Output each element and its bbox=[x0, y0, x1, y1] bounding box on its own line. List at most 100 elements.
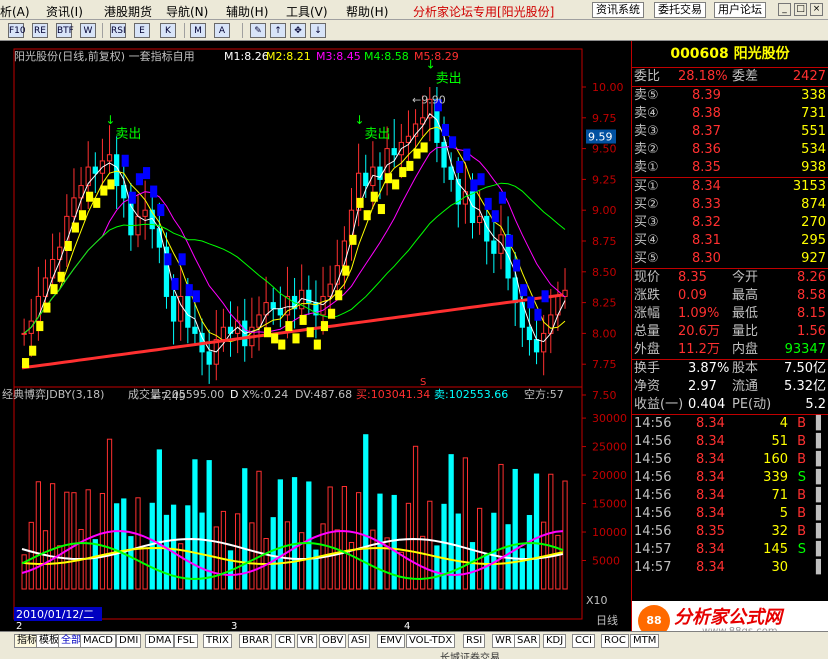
candle bbox=[185, 295, 191, 328]
volume-bar bbox=[363, 434, 369, 590]
stat-value: 8.15 bbox=[797, 306, 826, 321]
stat-value: 2.97 bbox=[688, 379, 717, 394]
buy-value: 买:103041.34 bbox=[356, 388, 430, 401]
menu-item-4[interactable]: 辅助(H) bbox=[226, 3, 268, 20]
k-icon[interactable]: K bbox=[160, 23, 176, 38]
candle bbox=[320, 295, 326, 316]
stat-label: 股本 bbox=[732, 361, 759, 376]
stat-row: 收益(一) 0.404 PE(动) 5.2 bbox=[632, 396, 828, 414]
volume-bar bbox=[92, 539, 98, 590]
buy-volume: 874 bbox=[801, 197, 826, 212]
candle bbox=[512, 277, 518, 304]
arrow-up-icon[interactable]: ↑ bbox=[270, 23, 286, 38]
volume-bar bbox=[498, 463, 504, 590]
menu-item-0[interactable]: 析(A) bbox=[0, 3, 30, 20]
tick-scroll: ▌ bbox=[816, 560, 826, 575]
a-icon[interactable]: A bbox=[214, 23, 230, 38]
indicator-tab-CCI[interactable]: CCI bbox=[572, 634, 595, 648]
rsi-icon[interactable]: RSI bbox=[110, 23, 126, 38]
arrow-down-icon[interactable]: ↓ bbox=[310, 23, 326, 38]
menu-button-0[interactable]: 资讯系统 bbox=[592, 2, 644, 18]
kline-chart[interactable]: 阳光股份(日线,前复权) 一套指标自用 M1:8.26M2:8.21 M3:8.45… bbox=[0, 41, 631, 631]
stat-label: 外盘 bbox=[634, 342, 661, 357]
trend-block-up bbox=[71, 222, 79, 233]
indicator-tab-OBV[interactable]: OBV bbox=[319, 634, 347, 648]
tick-time: 14:56 bbox=[634, 488, 672, 503]
stat-value: 3.87% bbox=[688, 361, 730, 376]
weicha-label: 委差 bbox=[732, 69, 759, 84]
candle bbox=[441, 141, 447, 168]
tick-volume: 160 bbox=[763, 452, 788, 467]
indicator-tab-FSL[interactable]: FSL bbox=[174, 634, 198, 648]
indicator-tab-ROC[interactable]: ROC bbox=[601, 634, 629, 648]
trend-block-down bbox=[527, 296, 535, 309]
volume-bar bbox=[49, 483, 56, 590]
indicator-tab-SAR[interactable]: SAR bbox=[514, 634, 541, 648]
indicator-tab-DMA[interactable]: DMA bbox=[145, 634, 175, 648]
indicator-tab-KDJ[interactable]: KDJ bbox=[543, 634, 567, 648]
menu-button-2[interactable]: 用户论坛 bbox=[714, 2, 766, 18]
webi-row: 委比 28.18% 委差 2427 bbox=[632, 68, 828, 86]
realtime-icon[interactable]: RE bbox=[32, 23, 48, 38]
sell-level-label: 卖⑤ bbox=[634, 88, 659, 103]
stat-label: 总量 bbox=[634, 324, 661, 339]
menu-item-2[interactable]: 港股期货 bbox=[104, 3, 152, 20]
menu-item-3[interactable]: 导航(N) bbox=[166, 3, 208, 20]
candle bbox=[391, 148, 397, 156]
minimize-icon[interactable]: _ bbox=[778, 3, 791, 16]
restore-icon[interactable]: □ bbox=[794, 3, 807, 16]
trend-block-up bbox=[399, 167, 407, 178]
move-icon[interactable]: ✥ bbox=[290, 23, 306, 38]
indicator-tab-TRIX[interactable]: TRIX bbox=[203, 634, 232, 648]
sell-arrow-icon: ↓ bbox=[354, 113, 364, 127]
trend-block-up bbox=[335, 290, 343, 301]
stat-label: 换手 bbox=[634, 361, 661, 376]
trend-block-up bbox=[285, 321, 293, 332]
e-icon[interactable]: E bbox=[134, 23, 150, 38]
indicator-tab-EMV[interactable]: EMV bbox=[377, 634, 405, 648]
trend-block-up bbox=[313, 339, 321, 350]
volume-bar bbox=[249, 522, 255, 590]
close-icon[interactable]: × bbox=[810, 3, 823, 16]
trend-block-up bbox=[43, 302, 51, 313]
indicator-tab-ASI[interactable]: ASI bbox=[348, 634, 371, 648]
menu-item-5[interactable]: 工具(V) bbox=[286, 3, 328, 20]
indicator-tab-WR[interactable]: WR bbox=[492, 634, 515, 648]
tick-time: 14:56 bbox=[634, 506, 672, 521]
indicator-tab-RSI[interactable]: RSI bbox=[463, 634, 486, 648]
price-axis-label: 8.00 bbox=[592, 327, 617, 340]
f10-icon[interactable]: F10 bbox=[8, 23, 26, 38]
volume-bar bbox=[114, 503, 120, 590]
volume-bar bbox=[555, 534, 561, 590]
toolbar: F10 RE BTF W RSI E K M A ✎ ↑ ✥ ↓ bbox=[0, 20, 828, 41]
volume-bar bbox=[291, 477, 298, 590]
buy-price: 8.34 bbox=[692, 179, 721, 194]
sell-price: 8.39 bbox=[692, 88, 721, 103]
pencil-icon[interactable]: ✎ bbox=[250, 23, 266, 38]
m-icon[interactable]: M bbox=[190, 23, 206, 38]
indicator-tab-MTM[interactable]: MTM bbox=[630, 634, 660, 648]
indicator-tab-DMI[interactable]: DMI bbox=[116, 634, 142, 648]
sell-row: 卖② 8.36 534 bbox=[632, 141, 828, 159]
buy-level-label: 买④ bbox=[634, 233, 659, 248]
indicator-tab-CR[interactable]: CR bbox=[275, 634, 295, 648]
tick-time: 14:56 bbox=[634, 470, 672, 485]
stat-value: 5.32亿 bbox=[784, 379, 826, 394]
volume-bar bbox=[327, 486, 333, 590]
indicator-tab-MACD[interactable]: MACD bbox=[80, 634, 116, 648]
trend-block-up bbox=[299, 314, 307, 325]
menu-button-1[interactable]: 委托交易 bbox=[654, 2, 706, 18]
btf-icon[interactable]: BTF bbox=[56, 23, 74, 38]
w-icon[interactable]: W bbox=[80, 23, 96, 38]
tick-time: 14:56 bbox=[634, 416, 672, 431]
indicator-tab-BRAR[interactable]: BRAR bbox=[239, 634, 273, 648]
indicator-tab-VR[interactable]: VR bbox=[297, 634, 317, 648]
tick-scroll: ▌ bbox=[816, 434, 826, 449]
menu-item-6[interactable]: 帮助(H) bbox=[346, 3, 388, 20]
price-axis-label: 10.00 bbox=[592, 81, 624, 94]
menu-item-1[interactable]: 资讯(I) bbox=[46, 3, 83, 20]
sell-level-label: 卖③ bbox=[634, 124, 659, 139]
volume-bar bbox=[235, 513, 241, 590]
candle bbox=[533, 339, 540, 353]
indicator-tab-VOL-TDX[interactable]: VOL-TDX bbox=[406, 634, 456, 648]
